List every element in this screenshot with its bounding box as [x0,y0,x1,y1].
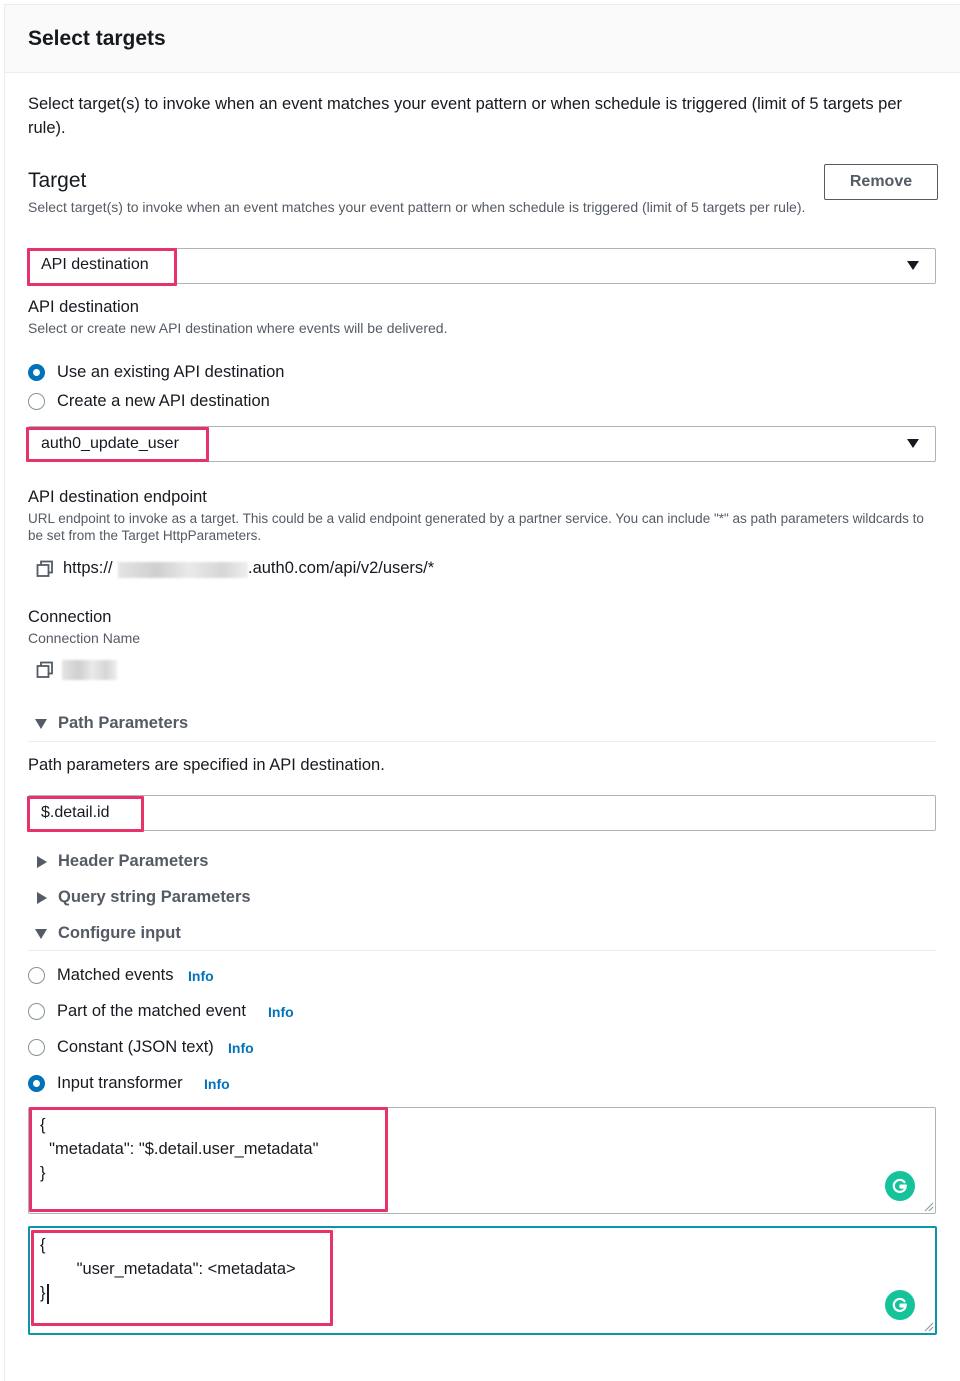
radio-input-transformer[interactable] [28,1075,45,1092]
grammarly-g-icon [892,1178,908,1194]
resize-handle-icon[interactable] [924,1202,934,1212]
panel-header: Select targets [5,5,960,73]
highlight-box [29,1107,388,1212]
radio-input-transformer-label: Input transformer [57,1074,183,1092]
input-path-line: "metadata": "$.detail.user_metadata" [40,1140,319,1158]
input-template-line: { [40,1236,46,1254]
copy-icon[interactable] [36,560,54,578]
path-parameters-note: Path parameters are specified in API des… [28,756,385,774]
grammarly-icon[interactable] [885,1290,915,1320]
path-parameters-toggle[interactable]: Path Parameters [58,714,188,733]
remove-button[interactable]: Remove [824,164,938,200]
api-destination-value: auth0_update_user [41,435,179,452]
endpoint-description: URL endpoint to invoke as a target. This… [28,511,924,543]
radio-existing-destination[interactable] [28,364,45,381]
input-path-line: } [40,1164,46,1182]
input-template-line: } [40,1284,46,1302]
target-heading: Target [28,169,87,192]
redacted-connection-name [62,660,117,680]
endpoint-url-suffix: .auth0.com/api/v2/users/* [248,559,435,577]
radio-new-destination[interactable] [28,393,45,410]
radio-constant-json[interactable] [28,1039,45,1056]
caret-down-icon[interactable] [35,929,47,939]
info-link[interactable]: Info [228,1040,254,1056]
radio-part-of-event[interactable] [28,1003,45,1020]
target-type-value: API destination [41,256,149,273]
radio-matched-events-label: Matched events [57,966,174,984]
input-template-line: "user_metadata": <metadata> [40,1260,296,1278]
path-parameter-value: $.detail.id [41,804,110,821]
panel-title: Select targets [28,27,166,50]
text-cursor [47,1284,49,1304]
caret-right-icon[interactable] [37,892,47,904]
caret-right-icon[interactable] [37,856,47,868]
info-link[interactable]: Info [188,968,214,984]
grammarly-icon[interactable] [885,1171,915,1201]
info-link[interactable]: Info [268,1004,294,1020]
query-string-parameters-toggle[interactable]: Query string Parameters [58,888,251,907]
target-description: Select target(s) to invoke when an event… [28,199,806,215]
divider [28,741,936,742]
caret-down-icon [907,261,919,270]
resize-handle-icon[interactable] [924,1322,934,1332]
endpoint-url-prefix: https:// [63,559,113,577]
path-parameter-input[interactable] [28,795,936,831]
input-path-line: { [40,1116,46,1134]
radio-matched-events[interactable] [28,967,45,984]
grammarly-g-icon [892,1297,908,1313]
connection-sublabel: Connection Name [28,630,141,646]
radio-new-label: Create a new API destination [57,392,270,410]
endpoint-label: API destination endpoint [28,488,207,506]
redacted-subdomain [118,562,248,578]
copy-icon[interactable] [36,661,54,679]
info-link[interactable]: Info [204,1076,230,1092]
connection-label: Connection [28,608,112,626]
divider [28,950,936,951]
caret-down-icon[interactable] [35,719,47,729]
radio-constant-json-label: Constant (JSON text) [57,1038,214,1056]
intro-text: Select target(s) to invoke when an event… [28,95,903,137]
header-parameters-toggle[interactable]: Header Parameters [58,852,208,871]
caret-down-icon [907,439,919,448]
configure-input-toggle[interactable]: Configure input [58,924,181,943]
api-destination-description: Select or create new API destination whe… [28,320,448,336]
api-destination-label: API destination [28,298,139,316]
radio-part-of-event-label: Part of the matched event [57,1002,246,1020]
radio-existing-label: Use an existing API destination [57,363,285,381]
